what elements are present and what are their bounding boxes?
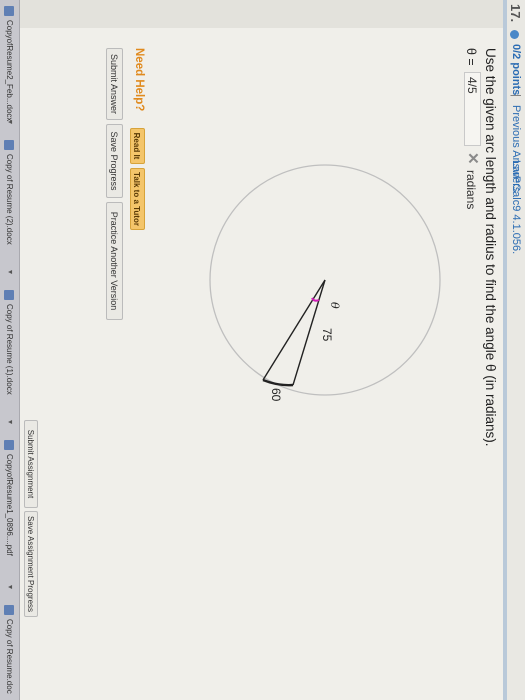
document-icon [4,140,15,150]
question-reference: LarPCalc9 4.1.056. [510,160,522,255]
header-bar [503,0,507,700]
practice-another-version-button[interactable]: Practice Another Version [106,202,123,320]
downloads-bar: CopyofResume2_Feb...docx ▾ Copy of Resum… [0,0,20,700]
arc-segment [262,378,294,387]
incorrect-x-icon: ✕ [464,152,481,165]
download-filename: CopyofResume1_0896....pdf [5,454,14,556]
theta-symbol: θ [328,302,341,309]
download-item[interactable]: CopyofResume1_0896....pdf [1,440,17,556]
radius-label: 75 [320,328,334,342]
talk-to-tutor-button[interactable]: Talk to a Tutor [130,168,145,230]
units-label: radians [464,170,478,210]
question-number: 17. [508,4,523,23]
chevron-down-icon[interactable]: ▾ [6,120,15,124]
question-text: Use the given arc length and radius to f… [483,48,498,447]
document-icon [4,6,15,16]
chevron-down-icon[interactable]: ▾ [6,585,15,589]
rotated-page: 17. 0/2 points | Previous Answers LarPCa… [0,0,525,700]
save-progress-button[interactable]: Save Progress [106,124,123,198]
download-item[interactable]: CopyofResume2_Feb...docx [1,6,17,121]
answer-input[interactable]: 4/5 [464,72,481,146]
chevron-down-icon[interactable]: ▾ [6,270,15,274]
download-filename: Copy of Resume.doc [5,619,14,694]
need-help-label: Need Help? [133,48,145,112]
download-filename: Copy of Resume (1).docx [5,304,14,395]
status-dot-icon [510,30,519,39]
chevron-down-icon[interactable]: ▾ [6,420,15,424]
theta-label: θ = [464,48,478,66]
download-item[interactable]: Copy of Resume (1).docx [1,290,17,395]
document-icon [4,290,15,300]
submit-assignment-button[interactable]: Submit Assignment [24,420,38,508]
points-label: 0/2 points [510,44,522,96]
screen: 17. 0/2 points | Previous Answers LarPCa… [0,0,525,700]
save-assignment-progress-button[interactable]: Save Assignment Progress [24,511,38,617]
pdf-icon [4,440,15,450]
submit-answer-button[interactable]: Submit Answer [106,48,123,120]
circle-figure: θ 75 60 [209,164,441,402]
left-gutter [0,0,503,29]
download-item[interactable]: Copy of Resume (2).docx [1,140,17,245]
separator: | [510,94,522,97]
download-filename: CopyofResume2_Feb...docx [5,20,14,122]
arc-length-label: 60 [269,388,283,402]
document-icon [4,605,15,615]
download-item[interactable]: Copy of Resume.doc [1,605,17,694]
download-filename: Copy of Resume (2).docx [5,154,14,245]
radius-line-b [262,279,326,381]
read-it-button[interactable]: Read It [130,128,145,164]
angle-mark [311,297,320,302]
